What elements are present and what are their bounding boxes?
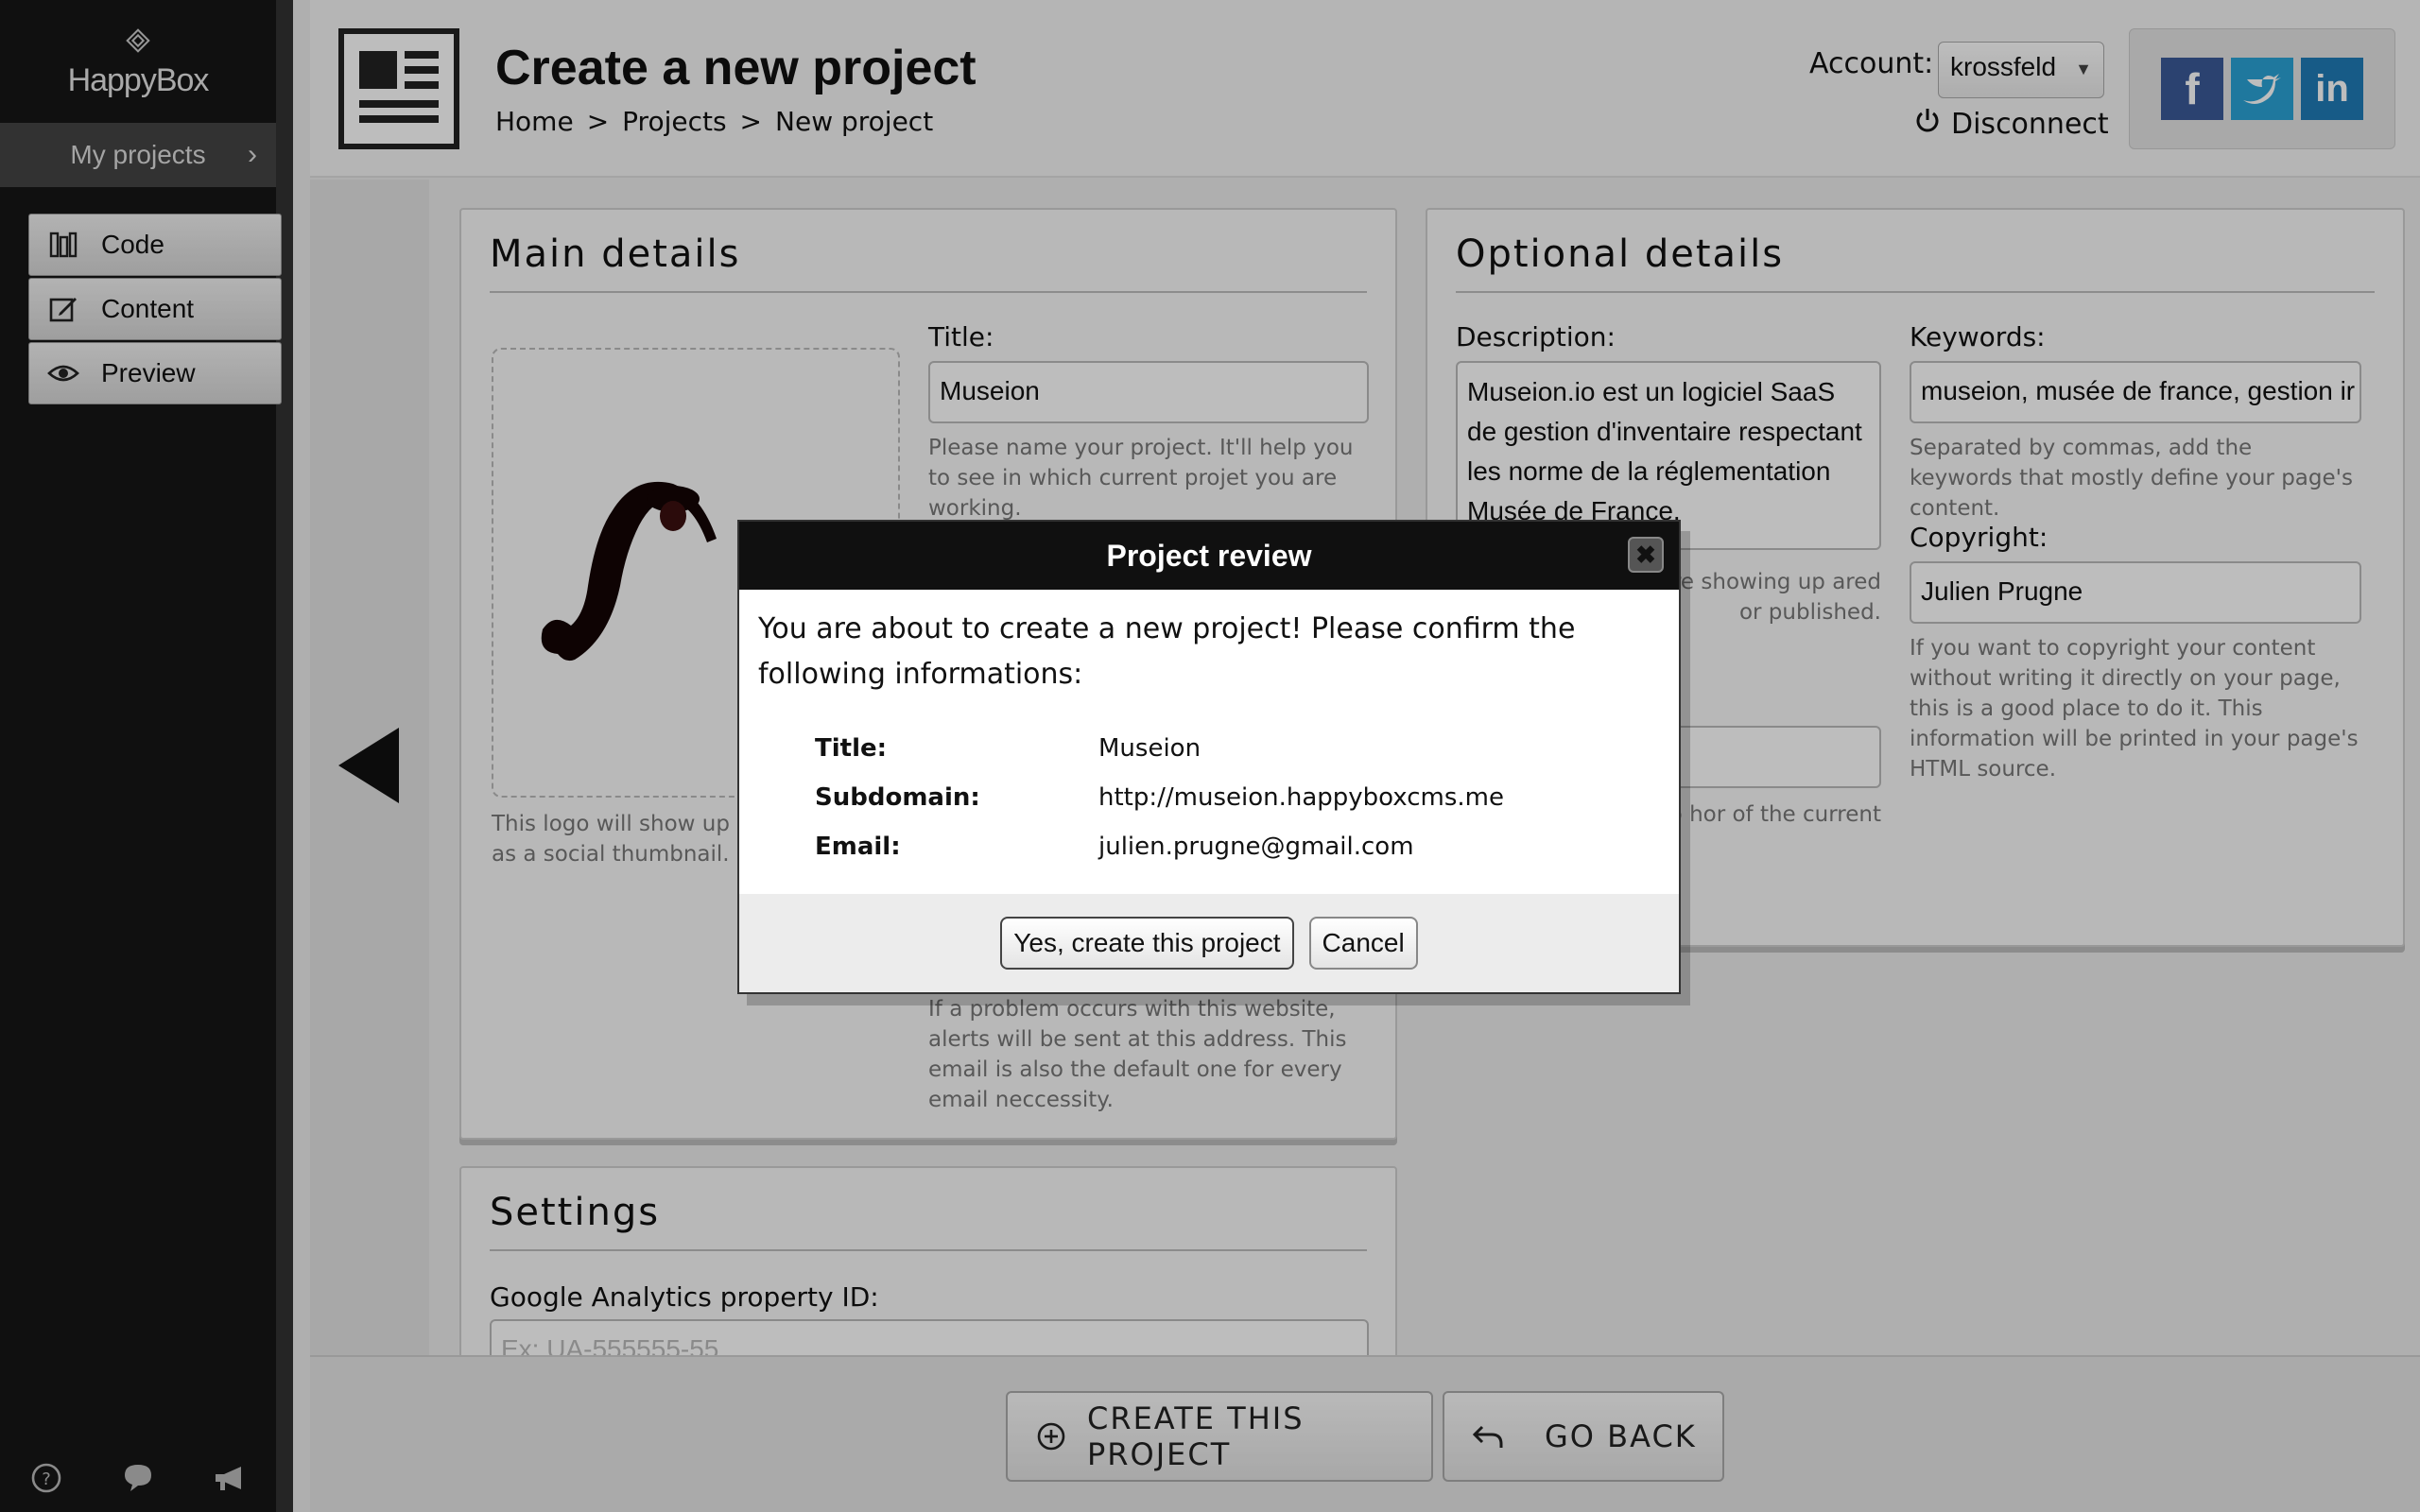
summary-value: http://museion.happyboxcms.me xyxy=(1098,783,1504,812)
summary-key: Title: xyxy=(815,734,888,763)
project-review-dialog: Project review ✖ You are about to create… xyxy=(737,520,1681,994)
confirm-create-button[interactable]: Yes, create this project xyxy=(1000,917,1294,970)
summary-value: Museion xyxy=(1098,734,1201,763)
dialog-title: Project review xyxy=(1106,538,1312,573)
dialog-message: You are about to create a new project! P… xyxy=(758,612,1576,691)
review-summary: Title: Museion Subdomain: http://museion… xyxy=(815,724,1679,871)
summary-row-title: Title: Museion xyxy=(815,724,1679,773)
dialog-footer: Yes, create this project Cancel xyxy=(739,894,1679,992)
cancel-button[interactable]: Cancel xyxy=(1308,917,1418,970)
close-icon[interactable]: ✖ xyxy=(1628,537,1664,573)
summary-key: Email: xyxy=(815,833,901,861)
summary-row-subdomain: Subdomain: http://museion.happyboxcms.me xyxy=(815,773,1679,822)
summary-value: julien.prugne@gmail.com xyxy=(1098,833,1414,861)
summary-key: Subdomain: xyxy=(815,783,980,812)
dialog-header: Project review ✖ xyxy=(739,522,1679,590)
summary-row-email: Email: julien.prugne@gmail.com xyxy=(815,822,1679,871)
